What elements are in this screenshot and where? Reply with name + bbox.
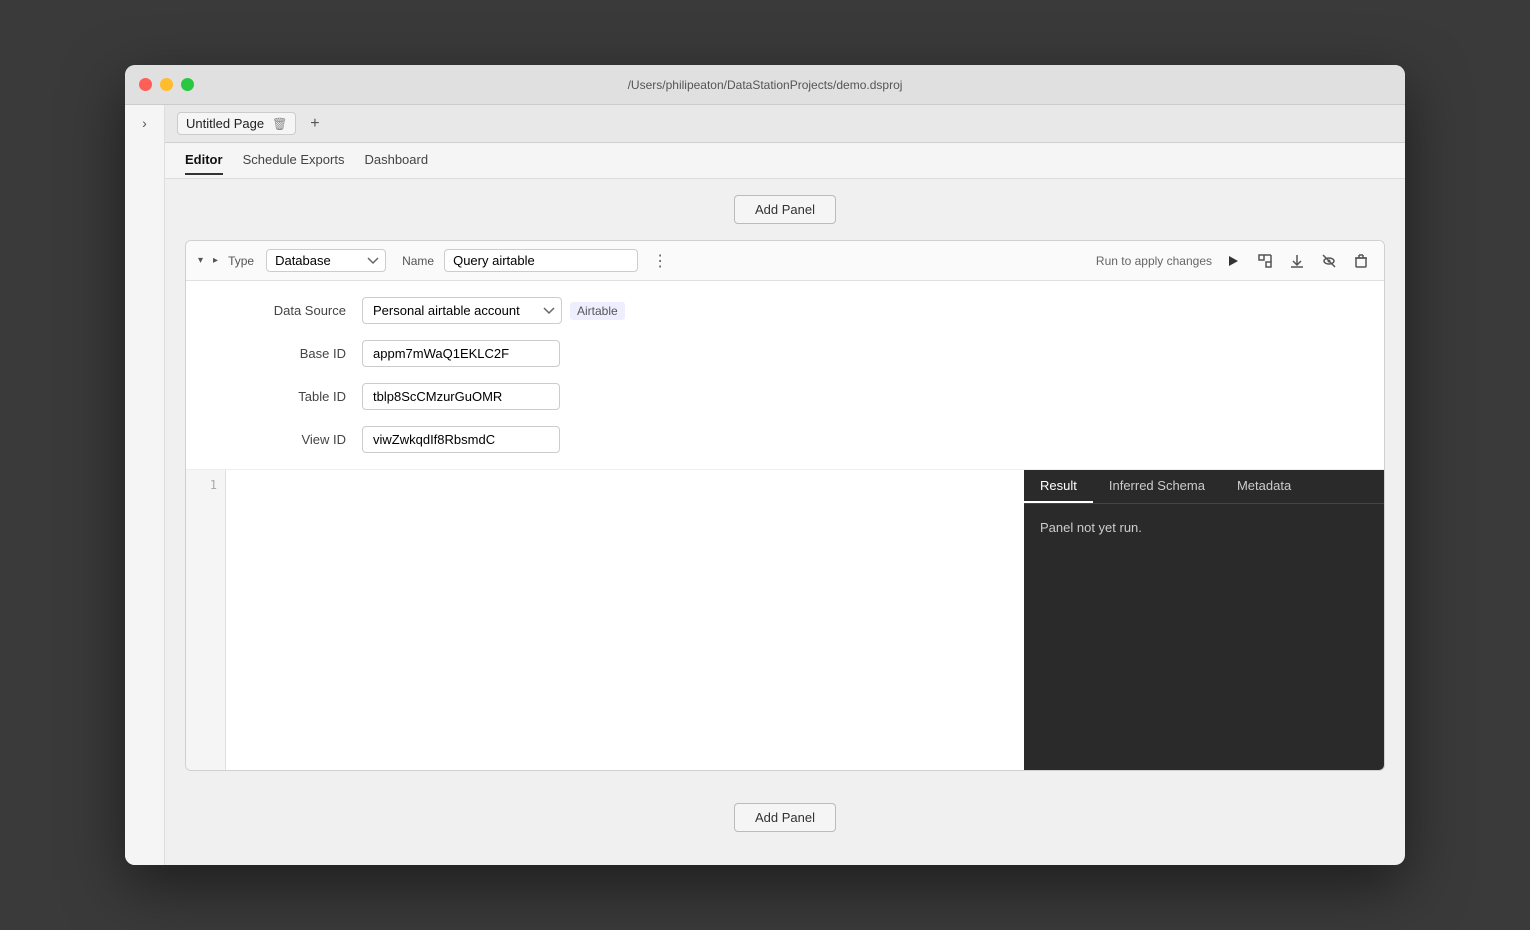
config-section: Data Source Personal airtable account Ai… [186,281,1384,470]
delete-icon [1354,254,1368,268]
code-editor[interactable] [226,470,1024,770]
datasource-tag: Airtable [570,302,625,320]
data-source-label: Data Source [246,303,346,318]
base-id-row: Base ID [246,340,1324,367]
datasource-select-wrapper: Personal airtable account Airtable [362,297,625,324]
run-button[interactable] [1222,252,1244,270]
content-area: Untitled Page 🗑 + Editor Schedule Export… [165,105,1405,865]
window-title: /Users/philipeaton/DataStationProjects/d… [628,78,903,92]
sidebar-toggle[interactable]: › [135,113,155,133]
view-id-row: View ID [246,426,1324,453]
data-source-row: Data Source Personal airtable account Ai… [246,297,1324,324]
panel-header-right: Run to apply changes [1096,252,1372,270]
panel-expand-icon[interactable]: ▸ [213,255,218,266]
add-tab-button[interactable]: + [304,113,325,135]
run-hint-text: Run to apply changes [1096,254,1212,268]
panel-body: Data Source Personal airtable account Ai… [186,281,1384,770]
nav-editor[interactable]: Editor [185,146,223,175]
panel-type-select[interactable]: Database [266,249,386,272]
delete-tab-icon[interactable]: 🗑 [272,117,287,131]
panel-name-input[interactable] [444,249,638,272]
eye-off-icon [1322,254,1336,268]
app-window: /Users/philipeaton/DataStationProjects/d… [125,65,1405,865]
result-tab-result[interactable]: Result [1024,470,1093,503]
view-id-label: View ID [246,432,346,447]
download-button[interactable] [1286,252,1308,270]
fullscreen-icon [1258,254,1272,268]
nav-schedule-exports[interactable]: Schedule Exports [243,146,345,175]
close-button[interactable] [139,78,152,91]
main-area: › Untitled Page 🗑 + Editor Schedule Expo… [125,105,1405,865]
type-label: Type [228,254,254,268]
line-number-1: 1 [198,478,217,492]
code-section: 1 Result Inferred Schema Metadata [186,470,1384,770]
line-numbers: 1 [186,470,226,770]
panel-header: ▾ ▸ Type Database Name ⋮ Run to apply ch… [186,241,1384,281]
data-source-select[interactable]: Personal airtable account [362,297,562,324]
nav-dashboard[interactable]: Dashboard [364,146,428,175]
hide-results-button[interactable] [1318,252,1340,270]
add-panel-top-button[interactable]: Add Panel [734,195,836,224]
delete-panel-button[interactable] [1350,252,1372,270]
page-tab[interactable]: Untitled Page 🗑 [177,112,296,135]
result-tab-metadata[interactable]: Metadata [1221,470,1307,503]
table-id-row: Table ID [246,383,1324,410]
name-label: Name [402,254,434,268]
panel: ▾ ▸ Type Database Name ⋮ Run to apply ch… [185,240,1385,771]
table-id-input[interactable] [362,383,560,410]
page-tab-name: Untitled Page [186,116,264,131]
sidebar: › [125,105,165,865]
minimize-button[interactable] [160,78,173,91]
panel-collapse-icon[interactable]: ▾ [198,255,203,266]
download-icon [1290,254,1304,268]
nav-bar: Editor Schedule Exports Dashboard [165,143,1405,179]
base-id-input[interactable] [362,340,560,367]
result-tab-schema[interactable]: Inferred Schema [1093,470,1221,503]
title-bar: /Users/philipeaton/DataStationProjects/d… [125,65,1405,105]
window-controls [139,78,194,91]
editor-area: Add Panel ▾ ▸ Type Database Name ⋮ [165,179,1405,865]
more-options-icon[interactable]: ⋮ [652,251,668,271]
add-panel-bottom-button[interactable]: Add Panel [734,803,836,832]
result-tabs: Result Inferred Schema Metadata [1024,470,1384,504]
view-id-input[interactable] [362,426,560,453]
result-panel: Result Inferred Schema Metadata Panel no… [1024,470,1384,770]
result-message: Panel not yet run. [1040,520,1142,535]
base-id-label: Base ID [246,346,346,361]
tab-bar: Untitled Page 🗑 + [165,105,1405,143]
table-id-label: Table ID [246,389,346,404]
chevron-right-icon: › [142,115,147,131]
play-icon [1226,254,1240,268]
result-content: Panel not yet run. [1024,504,1384,770]
maximize-button[interactable] [181,78,194,91]
fullscreen-button[interactable] [1254,252,1276,270]
